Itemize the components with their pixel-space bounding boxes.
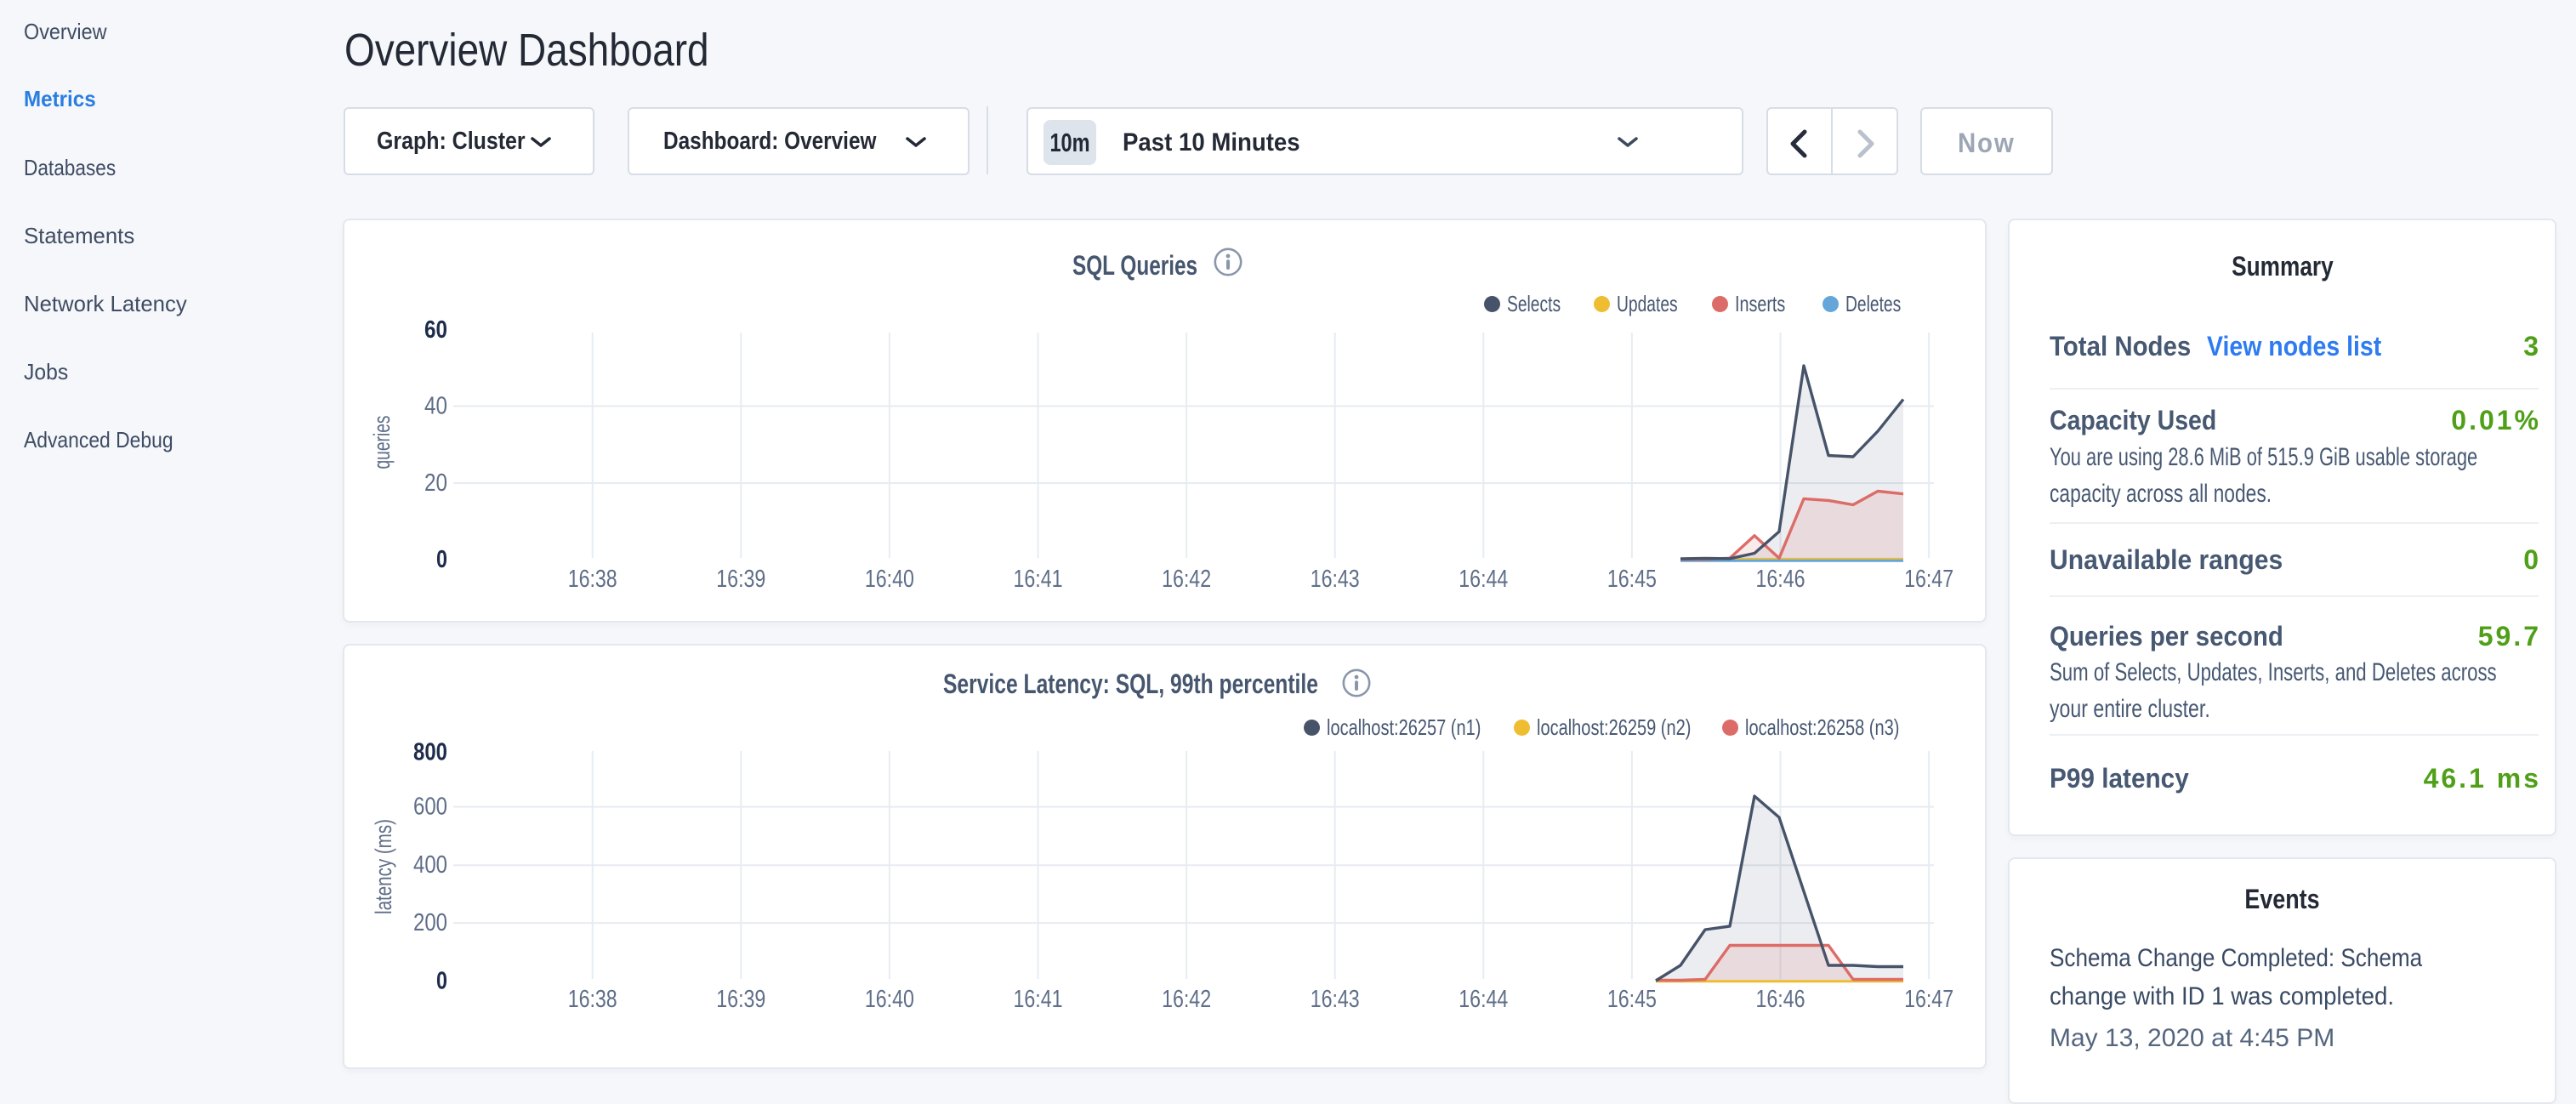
svg-text:16:43: 16:43 — [1311, 566, 1360, 593]
svg-text:queries: queries — [369, 416, 395, 469]
svg-text:800: 800 — [413, 739, 447, 766]
svg-text:16:42: 16:42 — [1162, 566, 1211, 593]
svg-text:20: 20 — [424, 469, 447, 497]
svg-text:40: 40 — [424, 393, 447, 420]
svg-text:16:46: 16:46 — [1756, 566, 1805, 593]
svg-text:16:43: 16:43 — [1311, 986, 1360, 1013]
svg-text:16:38: 16:38 — [568, 986, 617, 1013]
svg-text:16:41: 16:41 — [1014, 566, 1063, 593]
svg-text:400: 400 — [413, 851, 447, 879]
svg-text:16:39: 16:39 — [716, 986, 765, 1013]
svg-text:16:47: 16:47 — [1904, 986, 1953, 1013]
svg-text:16:39: 16:39 — [716, 566, 765, 593]
svg-text:16:40: 16:40 — [865, 986, 914, 1013]
svg-text:16:42: 16:42 — [1162, 986, 1211, 1013]
svg-text:0: 0 — [436, 546, 447, 573]
svg-text:16:40: 16:40 — [865, 566, 914, 593]
svg-text:16:46: 16:46 — [1756, 986, 1805, 1013]
svg-text:16:45: 16:45 — [1607, 986, 1657, 1013]
svg-text:200: 200 — [413, 909, 447, 936]
svg-text:16:45: 16:45 — [1607, 566, 1657, 593]
svg-text:16:41: 16:41 — [1014, 986, 1063, 1013]
svg-text:60: 60 — [424, 316, 447, 344]
svg-text:16:38: 16:38 — [568, 566, 617, 593]
svg-text:16:44: 16:44 — [1459, 986, 1508, 1013]
svg-text:16:47: 16:47 — [1904, 566, 1953, 593]
svg-text:16:44: 16:44 — [1459, 566, 1508, 593]
svg-text:0: 0 — [436, 968, 447, 995]
svg-text:600: 600 — [413, 794, 447, 821]
svg-text:latency (ms): latency (ms) — [371, 819, 396, 914]
